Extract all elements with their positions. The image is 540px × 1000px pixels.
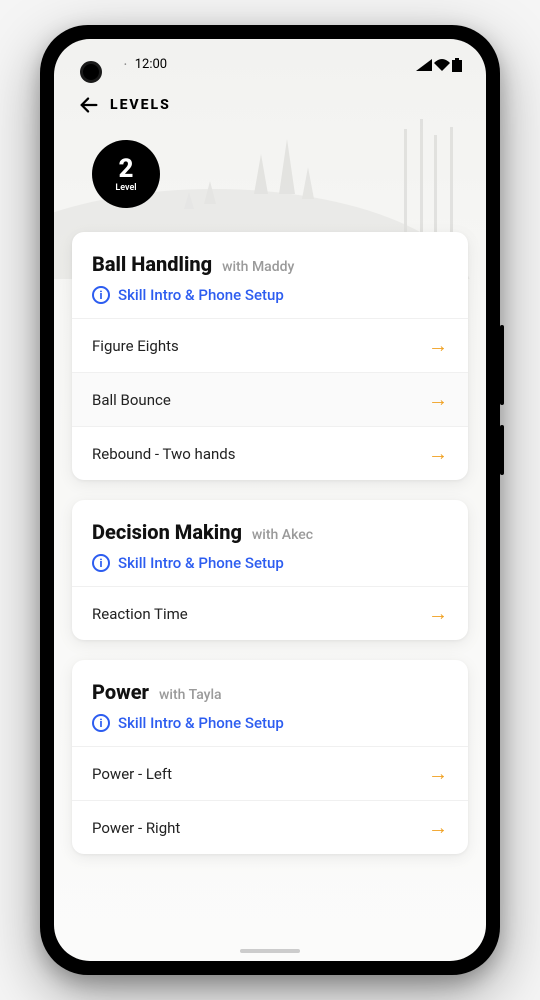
exercise-item[interactable]: Rebound - Two hands → [72,426,468,480]
screen: • 12:00 LEVELS [54,39,486,961]
exercise-item[interactable]: Reaction Time → [72,586,468,640]
card-subtitle: with Maddy [222,259,294,275]
exercise-label: Rebound - Two hands [92,445,235,463]
battery-icon [452,58,462,72]
arrow-right-icon: → [428,441,448,466]
exercise-item[interactable]: Figure Eights → [72,318,468,372]
card-title: Power [92,680,149,704]
level-badge: 2 Level [92,140,160,208]
intro-label: Skill Intro & Phone Setup [118,286,284,304]
status-icons [416,58,462,72]
page-header: LEVELS 2 Level [54,78,486,218]
info-icon: i [92,286,110,304]
exercise-label: Ball Bounce [92,391,171,409]
card-subtitle: with Tayla [159,687,222,703]
exercise-label: Power - Right [92,819,180,837]
signal-icon [416,59,432,71]
skill-intro-link[interactable]: i Skill Intro & Phone Setup [92,714,448,732]
card-subtitle: with Akec [252,527,313,543]
intro-label: Skill Intro & Phone Setup [118,554,284,572]
phone-frame: • 12:00 LEVELS [40,25,500,975]
card-title: Ball Handling [92,252,212,276]
skill-intro-link[interactable]: i Skill Intro & Phone Setup [92,554,448,572]
arrow-right-icon: → [428,387,448,412]
exercise-label: Figure Eights [92,337,179,355]
arrow-right-icon: → [428,333,448,358]
arrow-left-icon [78,94,100,116]
info-icon: i [92,554,110,572]
exercise-item[interactable]: Power - Right → [72,800,468,854]
back-button[interactable]: LEVELS [78,94,462,116]
home-indicator[interactable] [240,949,300,953]
arrow-right-icon: → [428,761,448,786]
intro-label: Skill Intro & Phone Setup [118,714,284,732]
card-title: Decision Making [92,520,242,544]
skill-card-ball-handling: Ball Handling with Maddy i Skill Intro &… [72,232,468,480]
level-number: 2 [119,156,134,182]
skill-card-power: Power with Tayla i Skill Intro & Phone S… [72,660,468,854]
info-icon: i [92,714,110,732]
front-camera [80,61,102,83]
status-time: 12:00 [135,57,167,72]
status-dot: • [124,60,127,69]
status-bar: • 12:00 [54,39,486,78]
exercise-item[interactable]: Power - Left → [72,746,468,800]
exercise-label: Reaction Time [92,605,188,623]
arrow-right-icon: → [428,815,448,840]
arrow-right-icon: → [428,601,448,626]
skill-card-decision-making: Decision Making with Akec i Skill Intro … [72,500,468,640]
skill-intro-link[interactable]: i Skill Intro & Phone Setup [92,286,448,304]
wifi-icon [434,59,450,71]
content-area: Ball Handling with Maddy i Skill Intro &… [54,218,486,854]
exercise-label: Power - Left [92,765,172,783]
exercise-item[interactable]: Ball Bounce → [72,372,468,426]
level-label: Level [115,183,136,193]
back-label: LEVELS [110,97,171,113]
